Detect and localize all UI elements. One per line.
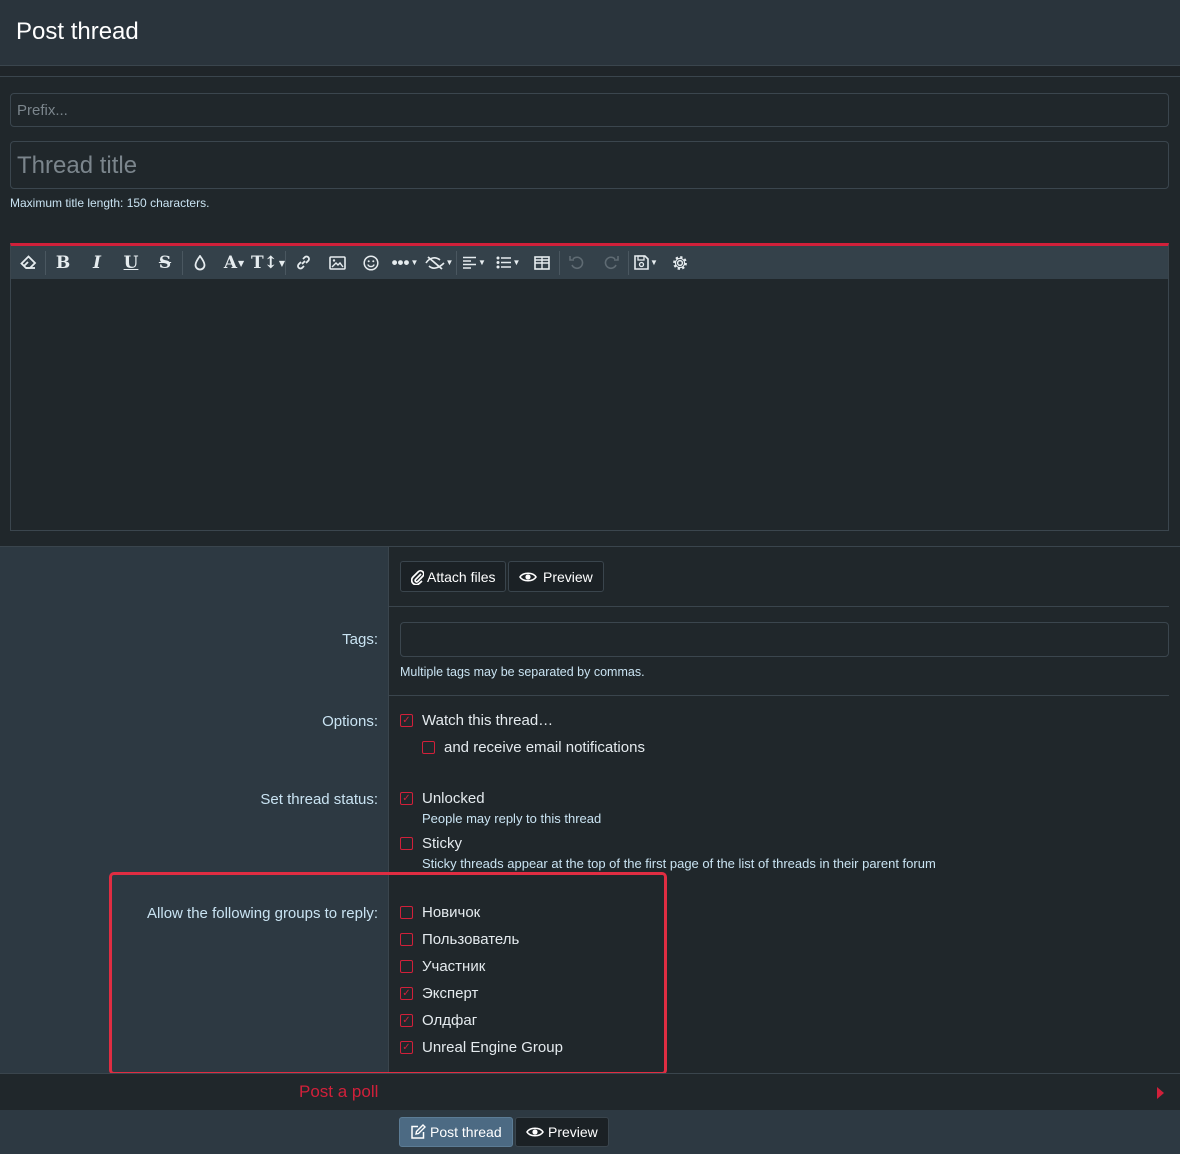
bold-icon[interactable]: B [46, 246, 80, 279]
tags-hint: Multiple tags may be separated by commas… [400, 665, 645, 679]
editor-toolbar: B I U S A ▼ T↕ ▼ ••• ▼ ▼ ▼ ▼ ▼ [11, 246, 1168, 279]
attach-files-button[interactable]: Attach files [400, 561, 507, 592]
reply-group-checkbox[interactable]: Новичок [400, 904, 480, 921]
font-icon[interactable]: A ▼ [217, 246, 251, 279]
email-notifications-checkbox[interactable]: and receive email notifications [422, 739, 645, 756]
italic-icon[interactable]: I [80, 246, 114, 279]
unlocked-label: Unlocked [422, 790, 485, 807]
tags-label: Tags: [342, 631, 378, 648]
more-icon[interactable]: ••• ▼ [388, 246, 422, 279]
reply-group-checkbox[interactable]: ✓ Олдфаг [400, 1012, 477, 1029]
post-thread-button[interactable]: Post thread [399, 1117, 513, 1147]
redo-icon[interactable] [594, 246, 628, 279]
checkbox-checked-icon: ✓ [400, 714, 413, 727]
settings-icon[interactable] [663, 246, 697, 279]
reply-group-label: Новичок [422, 904, 481, 921]
email-notifications-label: and receive email notifications [444, 739, 645, 756]
checkbox-checked-icon: ✓ [400, 792, 413, 805]
watch-thread-label: Watch this thread… [422, 712, 554, 729]
thread-form-main: Prefix... Thread title Maximum title len… [0, 76, 1180, 546]
preview-button[interactable]: Preview [508, 561, 604, 592]
drafts-icon[interactable]: ▼ [629, 246, 663, 279]
color-icon[interactable] [183, 246, 217, 279]
reply-group-label: Пользователь [422, 931, 520, 948]
text-size-icon[interactable]: T↕ ▼ [251, 246, 285, 279]
reply-group-label: Участник [422, 958, 486, 975]
checkbox-unchecked-icon [400, 960, 413, 973]
reply-group-checkbox[interactable]: ✓ Unreal Engine Group [400, 1039, 563, 1056]
eraser-icon[interactable] [11, 246, 45, 279]
list-icon[interactable]: ▼ [491, 246, 525, 279]
preview-label: Preview [543, 568, 593, 585]
post-poll-bar[interactable]: Post a poll [0, 1073, 1180, 1110]
thread-options-area: Tags: Options: Set thread status: Allow … [0, 546, 1180, 1074]
sticky-label: Sticky [422, 835, 463, 852]
reply-group-checkbox[interactable]: Пользователь [400, 931, 519, 948]
reply-group-label: Unreal Engine Group [422, 1039, 563, 1056]
link-icon[interactable] [286, 246, 320, 279]
divider [389, 695, 1169, 696]
post-poll-link[interactable]: Post a poll [299, 1082, 378, 1102]
form-footer: Post thread Preview [0, 1110, 1180, 1154]
checkbox-checked-icon: ✓ [400, 1014, 413, 1027]
attach-files-label: Attach files [427, 568, 496, 585]
smile-icon[interactable] [354, 246, 388, 279]
post-thread-label: Post thread [430, 1124, 502, 1140]
eye-icon [526, 1127, 544, 1137]
page-header: Post thread [0, 0, 1180, 66]
thread-title-input[interactable]: Thread title [10, 141, 1169, 189]
paperclip-icon [411, 569, 424, 585]
checkbox-unchecked-icon [400, 837, 413, 850]
image-icon[interactable] [320, 246, 354, 279]
reply-groups-label: Allow the following groups to reply: [147, 905, 378, 922]
undo-icon[interactable] [560, 246, 594, 279]
reply-group-checkbox[interactable]: ✓ Эксперт [400, 985, 478, 1002]
strikethrough-icon[interactable]: S [148, 246, 182, 279]
sticky-hint: Sticky threads appear at the top of the … [422, 856, 936, 871]
unlocked-checkbox[interactable]: ✓ Unlocked [400, 790, 485, 807]
checkbox-unchecked-icon [400, 906, 413, 919]
page-title: Post thread [16, 18, 139, 45]
checkbox-checked-icon: ✓ [400, 987, 413, 1000]
divider [389, 606, 1169, 607]
table-icon[interactable] [525, 246, 559, 279]
eye-icon [519, 571, 537, 582]
reply-group-checkbox[interactable]: Участник [400, 958, 485, 975]
watch-thread-checkbox[interactable]: ✓ Watch this thread… [400, 712, 553, 729]
edit-icon [411, 1124, 426, 1139]
underline-icon[interactable]: U [114, 246, 148, 279]
reply-group-label: Олдфаг [422, 1012, 478, 1029]
spoiler-icon[interactable]: ▼ [422, 246, 456, 279]
options-label: Options: [322, 713, 378, 730]
checkbox-unchecked-icon [400, 933, 413, 946]
checkbox-checked-icon: ✓ [400, 1041, 413, 1054]
sticky-checkbox[interactable]: Sticky [400, 835, 462, 852]
message-editor[interactable]: B I U S A ▼ T↕ ▼ ••• ▼ ▼ ▼ ▼ ▼ [10, 243, 1169, 531]
label-column: Tags: Options: Set thread status: Allow … [0, 546, 388, 1074]
footer-preview-label: Preview [548, 1124, 598, 1140]
prefix-select[interactable]: Prefix... [10, 93, 1169, 127]
unlocked-hint: People may reply to this thread [422, 811, 602, 826]
field-column: Attach files Preview Multiple tags may b… [388, 546, 1180, 1074]
reply-group-label: Эксперт [422, 985, 479, 1002]
caret-right-icon [1157, 1087, 1164, 1099]
title-length-hint: Maximum title length: 150 characters. [10, 196, 210, 210]
align-icon[interactable]: ▼ [457, 246, 491, 279]
thread-status-label: Set thread status: [260, 791, 378, 808]
tags-input[interactable] [400, 622, 1169, 657]
checkbox-unchecked-icon [422, 741, 435, 754]
footer-preview-button[interactable]: Preview [515, 1117, 609, 1147]
